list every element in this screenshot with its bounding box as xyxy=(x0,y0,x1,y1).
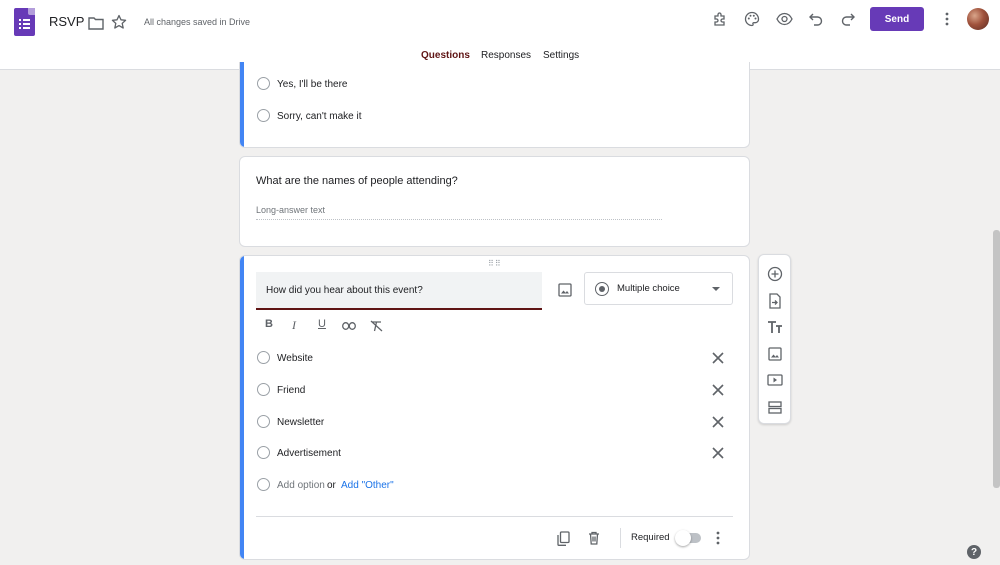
radio-option xyxy=(257,478,270,491)
star-icon[interactable] xyxy=(109,12,129,32)
clear-formatting-icon[interactable] xyxy=(366,316,386,336)
tab-settings[interactable]: Settings xyxy=(543,50,579,61)
option-label[interactable]: Advertisement xyxy=(277,448,341,459)
addon-puzzle-icon[interactable] xyxy=(710,9,730,29)
italic-icon[interactable]: I xyxy=(292,318,296,333)
import-questions-icon[interactable] xyxy=(766,292,784,310)
avatar[interactable] xyxy=(967,8,989,30)
send-button[interactable]: Send xyxy=(870,7,924,31)
remove-option-icon[interactable] xyxy=(710,350,726,366)
folder-icon[interactable] xyxy=(86,13,106,33)
option-label[interactable]: Newsletter xyxy=(277,417,324,428)
add-option-link[interactable]: Add option xyxy=(277,480,325,491)
more-vert-icon[interactable] xyxy=(937,9,957,29)
radio-option[interactable] xyxy=(257,77,270,90)
header: RSVP All changes saved in Drive Send Que… xyxy=(0,0,1000,70)
forms-logo-icon[interactable] xyxy=(14,8,35,36)
required-toggle[interactable] xyxy=(675,530,701,546)
link-icon[interactable] xyxy=(339,316,359,336)
question-card-attendance[interactable]: Yes, I'll be there Sorry, can't make it xyxy=(239,62,750,148)
scrollbar[interactable] xyxy=(993,230,1000,488)
add-title-icon[interactable] xyxy=(766,318,784,336)
bold-icon[interactable]: B xyxy=(265,318,273,330)
question-title-text[interactable]: How did you hear about this event? xyxy=(266,285,423,296)
undo-icon[interactable] xyxy=(806,9,826,29)
radio-type-icon xyxy=(595,282,609,296)
tab-questions[interactable]: Questions xyxy=(421,50,470,61)
or-text: or xyxy=(327,480,336,491)
long-answer-placeholder: Long-answer text xyxy=(256,205,662,220)
radio-option[interactable] xyxy=(257,415,270,428)
remove-option-icon[interactable] xyxy=(710,382,726,398)
question-card-names[interactable]: What are the names of people attending? … xyxy=(239,156,750,247)
question-type-label: Multiple choice xyxy=(617,283,680,294)
option-label[interactable]: Friend xyxy=(277,385,305,396)
tab-responses[interactable]: Responses xyxy=(481,50,531,61)
option-label: Yes, I'll be there xyxy=(277,79,348,90)
radio-option[interactable] xyxy=(257,383,270,396)
add-question-icon[interactable] xyxy=(766,265,784,283)
question-title[interactable]: What are the names of people attending? xyxy=(256,175,458,187)
drag-handle-icon[interactable]: ⠿⠿ xyxy=(488,259,502,268)
required-label: Required xyxy=(631,532,670,543)
add-image-icon[interactable] xyxy=(766,345,784,363)
question-title-input[interactable]: How did you hear about this event? xyxy=(256,272,542,310)
redo-icon[interactable] xyxy=(838,9,858,29)
save-status: All changes saved in Drive xyxy=(144,17,251,27)
divider xyxy=(256,516,733,517)
add-section-icon[interactable] xyxy=(766,398,784,416)
radio-option[interactable] xyxy=(257,446,270,459)
delete-icon[interactable] xyxy=(584,528,604,548)
chevron-down-icon xyxy=(712,287,720,291)
radio-option[interactable] xyxy=(257,351,270,364)
help-icon[interactable]: ? xyxy=(967,545,981,559)
duplicate-icon[interactable] xyxy=(553,528,573,548)
remove-option-icon[interactable] xyxy=(710,414,726,430)
divider xyxy=(620,528,621,548)
question-card-referral[interactable]: ⠿⠿ How did you hear about this event? Mu… xyxy=(239,255,750,560)
radio-option[interactable] xyxy=(257,109,270,122)
add-video-icon[interactable] xyxy=(766,371,784,389)
side-toolbar xyxy=(758,254,791,424)
question-type-dropdown[interactable]: Multiple choice xyxy=(584,272,733,305)
option-label: Sorry, can't make it xyxy=(277,111,362,122)
form-title[interactable]: RSVP xyxy=(49,14,84,29)
add-other-link[interactable]: Add "Other" xyxy=(341,480,394,491)
eye-preview-icon[interactable] xyxy=(774,9,794,29)
add-image-icon[interactable] xyxy=(555,280,575,300)
more-vert-icon[interactable] xyxy=(708,528,728,548)
underline-icon[interactable]: U xyxy=(318,318,326,330)
remove-option-icon[interactable] xyxy=(710,445,726,461)
option-label[interactable]: Website xyxy=(277,353,313,364)
palette-icon[interactable] xyxy=(742,9,762,29)
